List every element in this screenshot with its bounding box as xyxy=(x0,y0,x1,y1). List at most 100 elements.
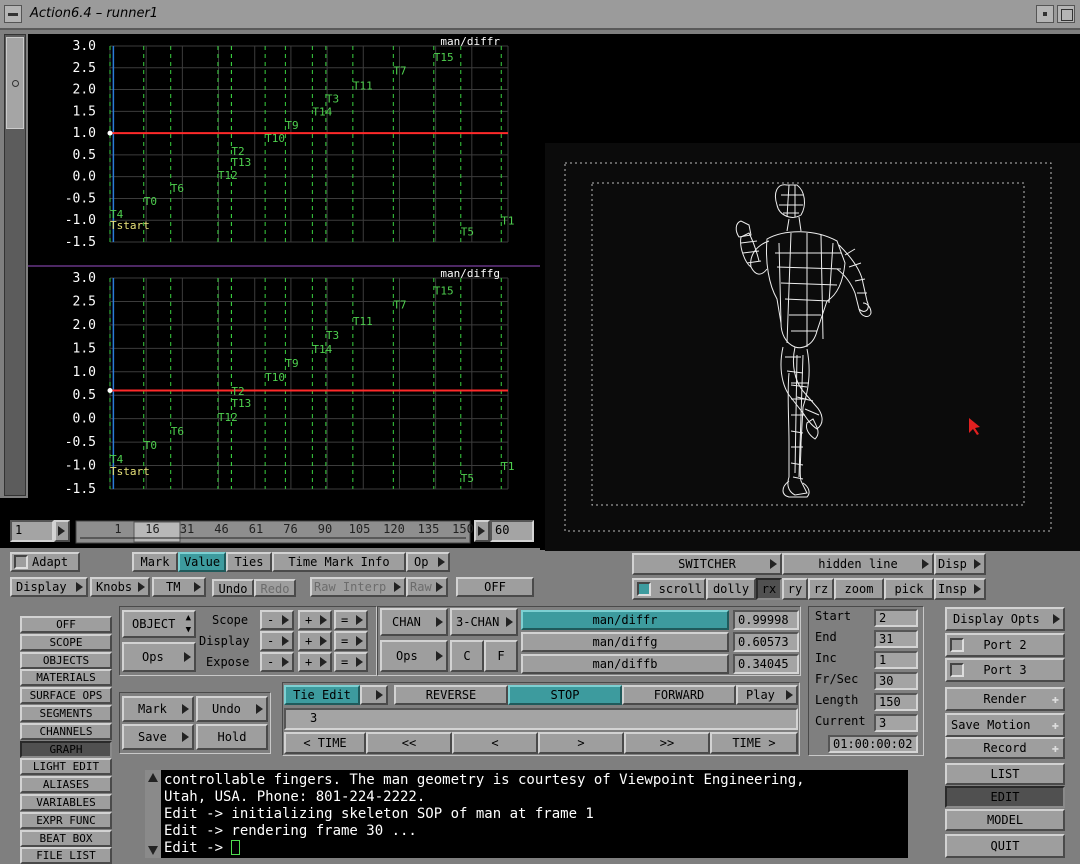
scrollbar-thumb[interactable] xyxy=(6,37,24,129)
tie-edit-button[interactable]: Tie Edit xyxy=(284,685,360,705)
inc-field[interactable]: 1 xyxy=(874,651,918,669)
scope-plus-menu[interactable]: + xyxy=(298,610,332,630)
nav-graph[interactable]: GRAPH xyxy=(20,740,112,758)
timecode-field[interactable]: 01:00:00:02 xyxy=(828,735,918,753)
step-back-button[interactable]: < xyxy=(452,732,538,754)
nav-expr-func[interactable]: EXPR FUNC xyxy=(20,811,112,829)
edit-mode-button[interactable]: EDIT xyxy=(945,786,1065,808)
scroll-checkbox[interactable] xyxy=(637,582,651,596)
nav-objects[interactable]: OBJECTS xyxy=(20,651,112,669)
render-button[interactable]: Render ✚ xyxy=(945,687,1065,711)
raw-menu[interactable]: Raw xyxy=(406,577,448,597)
scope-minus-menu[interactable]: - xyxy=(260,652,294,672)
current-frame-slider[interactable]: 3 xyxy=(284,708,798,730)
end-frame-input[interactable]: 60 xyxy=(490,520,534,542)
length-field[interactable]: 150 xyxy=(874,693,918,711)
zoom-button[interactable]: zoom xyxy=(834,578,884,600)
channel-graph[interactable]: 3.0 2.5 2.0 1.5 1.0 0.5 0.0 -0.5 -1.0 -1.5 T15 T7 T1… xyxy=(28,34,540,498)
chan-menu[interactable]: CHAN xyxy=(380,608,448,636)
chan-ops-menu[interactable]: Ops xyxy=(380,640,448,672)
frame-input[interactable]: 1 xyxy=(10,520,54,542)
reverse-button[interactable]: REVERSE xyxy=(394,685,508,705)
fps-field[interactable]: 30 xyxy=(874,672,918,690)
nav-off[interactable]: OFF xyxy=(20,616,112,633)
port3-checkbox[interactable] xyxy=(950,663,964,677)
channel-row-diffr[interactable]: man/diffr xyxy=(521,610,729,630)
channel-value-field[interactable]: 0.60573 xyxy=(733,632,799,652)
scroll-toggle[interactable]: scroll xyxy=(632,578,706,600)
channel-graph-panel[interactable]: 3.0 2.5 2.0 1.5 1.0 0.5 0.0 -0.5 -1.0 -1.5 T15 T7 T1… xyxy=(28,34,540,498)
undo-graph-button[interactable]: Undo xyxy=(212,579,254,597)
ry-button[interactable]: ry xyxy=(782,578,808,600)
edit-hold-button[interactable]: Hold xyxy=(196,724,268,750)
off-button[interactable]: OFF xyxy=(456,577,534,597)
nav-light-edit[interactable]: LIGHT EDIT xyxy=(20,758,112,776)
nav-aliases[interactable]: ALIASES xyxy=(20,776,112,794)
scroll-down-icon[interactable] xyxy=(148,846,158,855)
mark-button[interactable]: Mark xyxy=(132,552,178,572)
nav-surface-ops[interactable]: SURFACE OPS xyxy=(20,687,112,705)
nav-segments[interactable]: SEGMENTS xyxy=(20,705,112,722)
forward-button[interactable]: FORWARD xyxy=(622,685,736,705)
scope-equals-menu[interactable]: = xyxy=(334,631,368,651)
dolly-button[interactable]: dolly xyxy=(706,578,756,600)
step-forward-button[interactable]: > xyxy=(538,732,624,754)
adapt-checkbox[interactable] xyxy=(14,555,28,569)
value-button[interactable]: Value xyxy=(178,552,226,572)
insp-menu[interactable]: Insp xyxy=(934,578,986,600)
f-button[interactable]: F xyxy=(484,640,518,672)
redo-graph-button[interactable]: Redo xyxy=(254,579,296,597)
tie-edit-arrow[interactable] xyxy=(360,685,388,705)
port3-toggle[interactable]: Port 3 xyxy=(945,658,1065,682)
object-menu[interactable]: OBJECT ▲ ▼ xyxy=(122,610,196,638)
scope-equals-menu[interactable]: = xyxy=(334,652,368,672)
op-menu[interactable]: Op xyxy=(406,552,450,572)
frame-input-arrow[interactable] xyxy=(54,520,70,542)
record-button[interactable]: Record ✚ xyxy=(945,737,1065,759)
stop-button[interactable]: STOP xyxy=(508,685,622,705)
raw-interp-menu[interactable]: Raw Interp xyxy=(310,577,406,597)
shading-menu[interactable]: hidden line xyxy=(782,553,934,575)
rz-button[interactable]: rz xyxy=(808,578,834,600)
console-output[interactable]: controllable fingers. The man geometry i… xyxy=(145,770,908,858)
knobs-menu[interactable]: Knobs xyxy=(90,577,150,597)
channel-value-field[interactable]: 0.99998 xyxy=(733,610,799,630)
edit-undo-menu[interactable]: Undo xyxy=(196,696,268,722)
three-chan-menu[interactable]: 3-CHAN xyxy=(450,608,518,636)
channel-row-diffg[interactable]: man/diffg xyxy=(521,632,729,652)
display-menu[interactable]: Display xyxy=(10,577,88,597)
time-mark-info-button[interactable]: Time Mark Info xyxy=(272,552,406,572)
object-ops-menu[interactable]: Ops xyxy=(122,642,196,672)
scope-minus-menu[interactable]: - xyxy=(260,631,294,651)
scope-plus-menu[interactable]: + xyxy=(298,631,332,651)
model-button[interactable]: MODEL xyxy=(945,809,1065,831)
disp-menu[interactable]: Disp xyxy=(934,553,986,575)
end-input-arrow[interactable] xyxy=(474,520,490,542)
time-forward-button[interactable]: TIME > xyxy=(710,732,798,754)
edit-save-menu[interactable]: Save xyxy=(122,724,194,750)
channel-row-diffb[interactable]: man/diffb xyxy=(521,654,729,674)
window-menu-button[interactable] xyxy=(4,5,22,23)
list-button[interactable]: LIST xyxy=(945,763,1065,785)
nav-materials[interactable]: MATERIALS xyxy=(20,669,112,687)
runner-wireframe-model[interactable] xyxy=(735,184,872,498)
scroll-up-icon[interactable] xyxy=(148,773,158,782)
time-back-button[interactable]: < TIME xyxy=(284,732,366,754)
3d-viewport[interactable] xyxy=(545,143,1080,551)
scope-plus-menu[interactable]: + xyxy=(298,652,332,672)
nav-file-list[interactable]: FILE LIST xyxy=(20,847,112,864)
ties-button[interactable]: Ties xyxy=(226,552,272,572)
pick-button[interactable]: pick xyxy=(884,578,934,600)
fast-forward-button[interactable]: >> xyxy=(624,732,710,754)
rx-button[interactable]: rx xyxy=(756,578,782,600)
tm-menu[interactable]: TM xyxy=(152,577,206,597)
graph-vertical-scrollbar[interactable] xyxy=(4,34,26,496)
minimize-button[interactable] xyxy=(1036,5,1054,23)
port2-checkbox[interactable] xyxy=(950,638,964,652)
c-button[interactable]: C xyxy=(450,640,484,672)
play-menu[interactable]: Play xyxy=(736,685,798,705)
display-opts-menu[interactable]: Display Opts xyxy=(945,607,1065,631)
quit-button[interactable]: QUIT xyxy=(945,834,1065,858)
viewport-canvas[interactable] xyxy=(545,143,1080,551)
switcher-menu[interactable]: SWITCHER xyxy=(632,553,782,575)
